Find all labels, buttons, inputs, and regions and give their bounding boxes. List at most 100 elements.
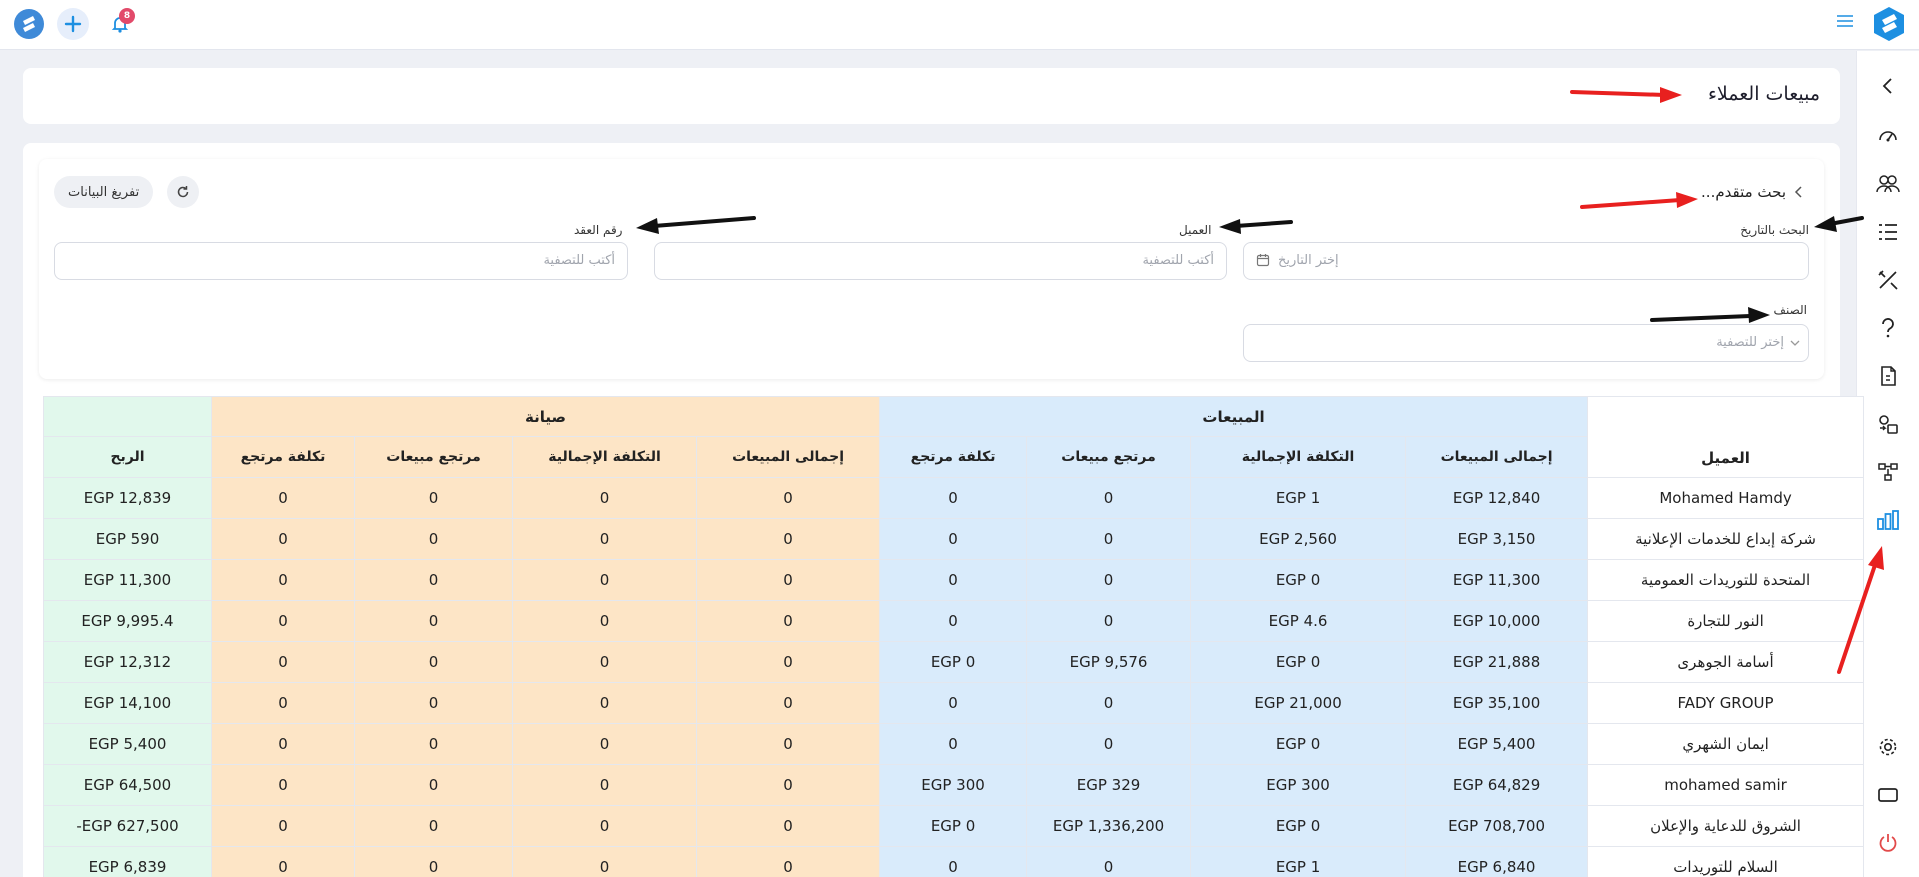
sales-return-cost-cell: 0 [879, 846, 1028, 877]
profit-cell: EGP 627,500- [43, 805, 212, 847]
profit-cell: EGP 9,995.4 [43, 600, 212, 642]
sales-cost-cell: EGP 0 [1190, 559, 1407, 601]
category-filter-placeholder: إختر للتصفية [1716, 335, 1784, 350]
profit-cell: EGP 5,400 [43, 723, 212, 765]
table-row: الشروق للدعاية والإعلان EGP 708,700 EGP … [43, 805, 1865, 847]
date-filter-label: البحث بالتاريخ [1740, 223, 1809, 237]
sales-cost-cell: EGP 1 [1190, 846, 1407, 877]
maintenance-cost-cell: 0 [512, 600, 698, 642]
app-logo-icon[interactable] [13, 8, 45, 40]
maintenance-return-cell: 0 [354, 641, 514, 683]
sales-total-cell: EGP 11,300 [1405, 559, 1589, 601]
sidebar-item-clients[interactable] [1873, 169, 1903, 199]
add-button[interactable] [57, 8, 89, 40]
maintenance-return-cost-cell: 0 [210, 764, 356, 806]
maintenance-total-cell: 0 [696, 805, 881, 847]
sales-return-cell: 0 [1026, 723, 1192, 765]
maintenance-return-cell: 0 [354, 559, 514, 601]
profit-cell: EGP 6,839 [43, 846, 212, 877]
date-filter-placeholder: إختر التاريخ [1278, 253, 1339, 268]
sales-total-cell: EGP 3,150 [1405, 518, 1589, 560]
maintenance-return-cell: 0 [354, 477, 514, 519]
sales-return-cost-cell: EGP 0 [879, 641, 1028, 683]
brand-logo-icon[interactable] [1870, 5, 1908, 43]
maintenance-return-cost-cell: 0 [210, 723, 356, 765]
sidebar-item-transfers[interactable] [1873, 409, 1903, 439]
maintenance-return-cost-header: تكلفة مرتجع [210, 436, 356, 478]
page-title: مبيعات العملاء [1707, 83, 1820, 105]
sidebar-item-invoices[interactable] [1873, 361, 1903, 391]
page-header-card: مبيعات العملاء [23, 68, 1840, 124]
maintenance-return-cost-cell: 0 [210, 805, 356, 847]
sales-return-cell: 0 [1026, 846, 1192, 877]
sales-cost-cell: EGP 300 [1190, 764, 1407, 806]
maintenance-return-cost-cell: 0 [210, 518, 356, 560]
sales-return-cost-cell: EGP 0 [879, 805, 1028, 847]
export-data-button[interactable]: تفريغ البيانات [54, 176, 154, 208]
sales-cost-header: التكلفة الإجمالية [1190, 436, 1407, 478]
refresh-button[interactable] [167, 176, 199, 208]
refresh-icon [177, 186, 189, 198]
sales-return-cell: 0 [1026, 518, 1192, 560]
table-row: المتحدة للتوريدات العمومية EGP 11,300 EG… [43, 559, 1865, 601]
table-row: النور للتجارة EGP 10,000 EGP 4.6 0 0 0 0… [43, 600, 1865, 642]
filter-panel: بحث متقدم... تفريغ البيانات البحث بالتار… [39, 159, 1824, 379]
client-cell: Mohamed Hamdy [1587, 477, 1865, 519]
calendar-icon [1256, 254, 1270, 267]
power-icon [1879, 834, 1897, 852]
client-filter-input[interactable]: أكتب للتصفية [654, 242, 1227, 280]
category-filter-label: الصنف [1773, 303, 1807, 317]
sales-total-cell: EGP 12,840 [1405, 477, 1589, 519]
category-filter-select[interactable]: إختر للتصفية [1243, 324, 1809, 362]
maintenance-return-cell: 0 [354, 805, 514, 847]
table-row: ايمان الشهري EGP 5,400 EGP 0 0 0 0 0 0 0… [43, 723, 1865, 765]
sales-total-cell: EGP 6,840 [1405, 846, 1589, 877]
question-icon [1882, 318, 1894, 338]
sidebar-item-list[interactable] [1873, 217, 1903, 247]
sales-return-cell: EGP 9,576 [1026, 641, 1192, 683]
sales-total-cell: EGP 10,000 [1405, 600, 1589, 642]
maintenance-cost-cell: 0 [512, 723, 698, 765]
sidebar-item-dashboard[interactable] [1873, 121, 1903, 151]
sidebar-item-tools[interactable] [1873, 265, 1903, 295]
logout-button[interactable] [1873, 828, 1903, 858]
profit-cell: EGP 64,500 [43, 764, 212, 806]
users-icon [1876, 175, 1900, 193]
chevron-left-icon [1882, 78, 1892, 94]
contract-filter-input[interactable]: أكتب للتصفية [54, 242, 628, 280]
sales-return-cost-cell: 0 [879, 600, 1028, 642]
collapse-sidebar-button[interactable] [1873, 71, 1903, 101]
advanced-search-label: بحث متقدم... [1701, 183, 1786, 201]
plus-icon [64, 15, 82, 33]
maintenance-return-cell: 0 [354, 518, 514, 560]
sales-return-cell: EGP 329 [1026, 764, 1192, 806]
maintenance-return-cost-cell: 0 [210, 682, 356, 724]
sales-total-cell: EGP 64,829 [1405, 764, 1589, 806]
sidebar-item-help[interactable] [1873, 313, 1903, 343]
main-content-card: بحث متقدم... تفريغ البيانات البحث بالتار… [23, 143, 1865, 877]
sidebar-item-settings[interactable] [1873, 732, 1903, 762]
sales-total-header: إجمالى المبيعات [1405, 436, 1589, 478]
menu-button[interactable] [1833, 9, 1857, 33]
sales-return-cell: 0 [1026, 477, 1192, 519]
sales-return-cell: 0 [1026, 600, 1192, 642]
notification-badge: 8 [119, 8, 135, 24]
gear-icon [1879, 738, 1897, 756]
sales-total-cell: EGP 5,400 [1405, 723, 1589, 765]
sidebar-item-hierarchy[interactable] [1873, 457, 1903, 487]
maintenance-total-cell: 0 [696, 600, 881, 642]
client-cell: FADY GROUP [1587, 682, 1865, 724]
maintenance-total-cell: 0 [696, 518, 881, 560]
sales-return-cost-cell: 0 [879, 518, 1028, 560]
advanced-search-toggle[interactable]: بحث متقدم... [1701, 183, 1804, 201]
maintenance-total-cell: 0 [696, 846, 881, 877]
client-cell: النور للتجارة [1587, 600, 1865, 642]
sidebar-item-reports[interactable] [1873, 505, 1903, 535]
profit-cell: EGP 14,100 [43, 682, 212, 724]
sales-return-cost-cell: EGP 300 [879, 764, 1028, 806]
date-filter-input[interactable]: إختر التاريخ [1243, 242, 1809, 280]
maintenance-cost-cell: 0 [512, 682, 698, 724]
table-row: FADY GROUP EGP 35,100 EGP 21,000 0 0 0 0… [43, 682, 1865, 724]
sidebar-item-screen[interactable] [1873, 780, 1903, 810]
client-cell: mohamed samir [1587, 764, 1865, 806]
